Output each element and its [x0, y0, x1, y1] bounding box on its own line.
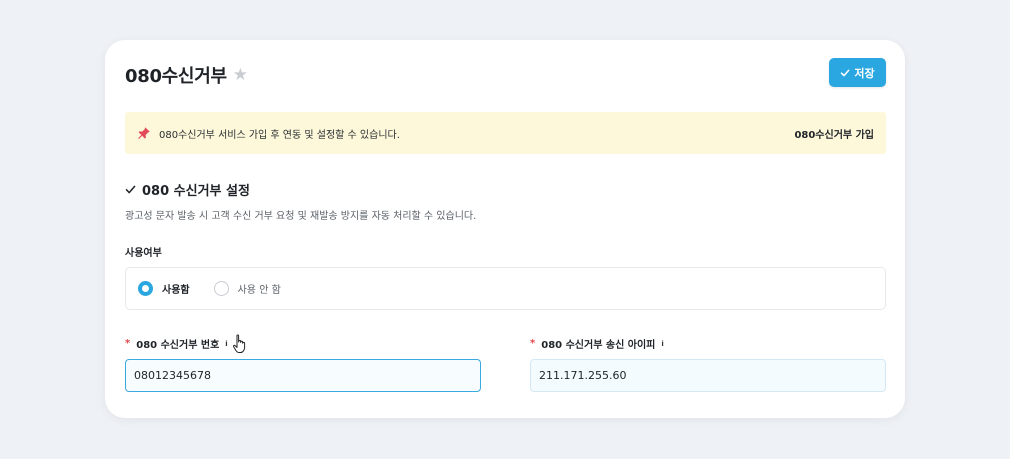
info-icon[interactable]: i — [225, 340, 227, 348]
radio-label-use: 사용함 — [162, 285, 190, 296]
number-input[interactable] — [125, 359, 481, 392]
hand-cursor-icon — [232, 334, 246, 353]
pin-icon — [138, 127, 150, 139]
usage-label: 사용여부 — [125, 248, 162, 259]
section-title-row: 080 수신거부 설정 — [125, 180, 250, 199]
subscribe-link[interactable]: 080수신거부 가입 — [794, 126, 874, 141]
radio-use-on[interactable]: 사용함 — [138, 281, 190, 296]
radio-unselected-icon[interactable] — [213, 281, 229, 296]
page-title-row: 080수신거부 ★ — [125, 62, 248, 88]
notice-banner: 080수신거부 서비스 가입 후 연동 및 설정할 수 있습니다. 080수신거… — [125, 112, 886, 154]
star-icon[interactable]: ★ — [233, 66, 248, 84]
usage-radio-group: 사용함 사용 안 함 — [125, 267, 886, 310]
check-icon — [841, 69, 850, 76]
ip-field-label: * 080 수신거부 송신 아이피 i — [530, 336, 664, 351]
settings-card: 080수신거부 ★ 저장 080수신거부 서비스 가입 후 연동 및 설정할 수… — [105, 40, 905, 418]
number-field-label: * 080 수신거부 번호 i — [125, 336, 228, 351]
required-mark: * — [125, 338, 131, 349]
radio-selected-icon[interactable] — [138, 281, 153, 296]
section-title: 080 수신거부 설정 — [142, 184, 250, 199]
save-button[interactable]: 저장 — [829, 58, 886, 87]
number-label-text: 080 수신거부 번호 — [136, 340, 220, 351]
checkmark-icon — [125, 185, 136, 194]
ip-label-text: 080 수신거부 송신 아이피 — [541, 340, 656, 351]
ip-input[interactable] — [530, 359, 886, 392]
radio-label-not-use: 사용 안 함 — [237, 285, 281, 296]
section-description: 광고성 문자 발송 시 고객 수신 거부 요청 및 재발송 방지를 자동 처리할… — [125, 211, 477, 222]
page-title: 080수신거부 — [125, 66, 227, 87]
info-icon[interactable]: i — [661, 340, 663, 348]
required-mark: * — [530, 338, 536, 349]
save-button-label: 저장 — [854, 66, 875, 80]
notice-text: 080수신거부 서비스 가입 후 연동 및 설정할 수 있습니다. — [159, 129, 400, 141]
radio-use-off[interactable]: 사용 안 함 — [213, 281, 281, 296]
